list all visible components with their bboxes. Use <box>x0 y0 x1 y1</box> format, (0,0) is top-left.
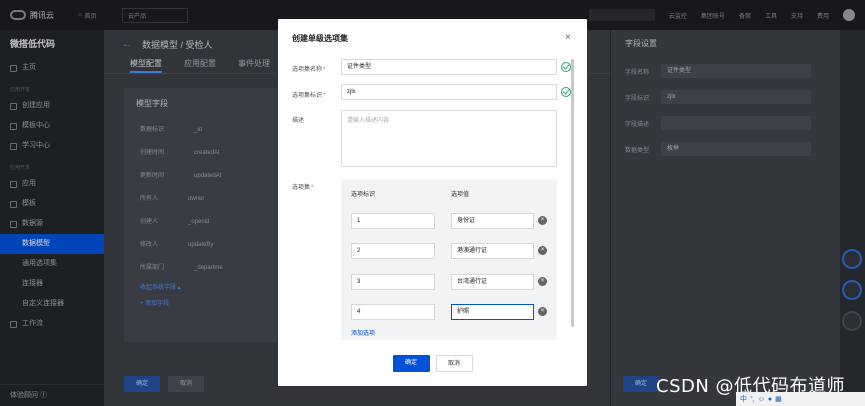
option-value-input[interactable]: 护照 <box>451 304 534 320</box>
dialog-footer: 确定 取消 <box>278 355 587 372</box>
remove-circle-icon[interactable]: × <box>538 216 547 225</box>
option-set-name-input[interactable]: 证件类型 <box>341 59 557 75</box>
ime-toolbar[interactable]: 中 °, ☺ ● ▦ <box>736 392 865 406</box>
name-label: 选项集名称* <box>292 67 326 73</box>
remove-circle-icon[interactable]: × <box>538 307 547 316</box>
column-header-value: 选项值 <box>451 192 470 198</box>
option-id-input[interactable]: 4 <box>351 304 435 320</box>
punctuation-icon: °, <box>750 395 755 403</box>
remove-circle-icon[interactable]: × <box>538 246 547 255</box>
options-table: 选项标识 选项值 1 身份证 × 2 港澳通行证 × 3 台湾通行证 × 4 护… <box>341 179 557 340</box>
option-set-id-input[interactable]: zjlx <box>341 84 557 100</box>
desc-label: 描述 <box>292 118 305 124</box>
add-option-link[interactable]: 添加选项 <box>351 328 375 337</box>
option-id-input[interactable]: 1 <box>351 213 435 229</box>
emoji-icon: ☺ <box>757 395 765 403</box>
option-value-input[interactable]: 港澳通行证 <box>451 243 534 259</box>
option-id-input[interactable]: 2 <box>351 243 435 259</box>
create-option-set-dialog: 创建单级选项集 × 选项集名称* 证件类型 选项集标识* zjlx 描述 请输入… <box>278 19 587 386</box>
id-label: 选项集标识* <box>292 93 326 99</box>
keyboard-icon: ▦ <box>775 396 782 403</box>
description-textarea[interactable]: 请输入描述内容 <box>341 110 557 167</box>
cancel-button[interactable]: 取消 <box>435 355 473 372</box>
check-circle-icon <box>561 62 571 72</box>
option-value-input[interactable]: 台湾通行证 <box>451 274 534 290</box>
ime-icon: 中 <box>740 396 747 403</box>
option-id-input[interactable]: 3 <box>351 274 435 290</box>
mic-icon: ● <box>767 395 773 403</box>
remove-circle-icon[interactable]: × <box>538 277 547 286</box>
dialog-scrollbar[interactable] <box>571 59 574 327</box>
column-header-id: 选项标识 <box>351 192 376 198</box>
close-icon[interactable]: × <box>565 33 571 43</box>
check-circle-icon <box>561 87 571 97</box>
options-label: 选项集* <box>292 185 314 191</box>
dialog-title: 创建单级选项集 <box>292 34 348 43</box>
option-value-input[interactable]: 身份证 <box>451 213 534 229</box>
confirm-button[interactable]: 确定 <box>392 355 430 372</box>
